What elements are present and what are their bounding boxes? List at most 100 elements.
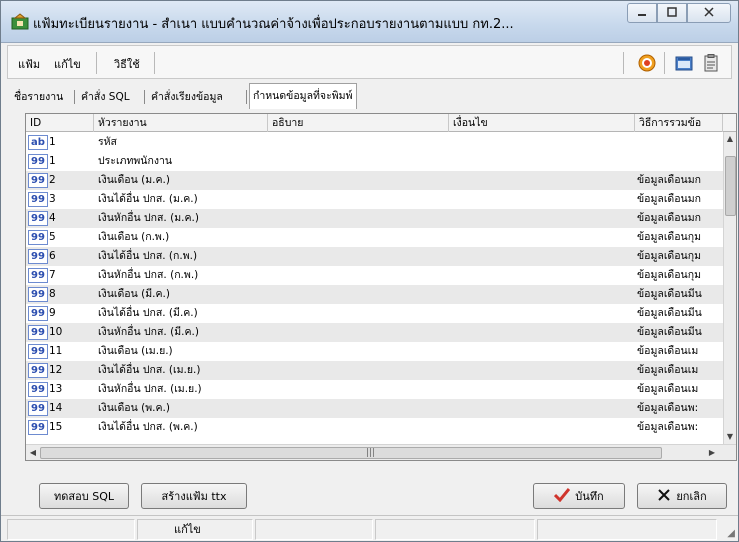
row-condition[interactable] [453,209,633,228]
row-aggregate[interactable]: ข้อมูลเดือนกุม [637,266,723,285]
row-aggregate[interactable]: ข้อมูลเดือนพ: [637,418,723,437]
table-row[interactable]: 99 2 เงินเดือน (ม.ค.) ข้อมูลเดือนมก [26,171,723,190]
row-description[interactable] [272,247,448,266]
save-button[interactable]: บันทึก [533,483,625,509]
minimize-button[interactable] [627,3,657,23]
row-condition[interactable] [453,285,633,304]
table-row[interactable]: 99 11 เงินเดือน (เม.ย.) ข้อมูลเดือนเม [26,342,723,361]
row-description[interactable] [272,209,448,228]
menu-file[interactable]: แฟ้ม [18,55,40,73]
row-condition[interactable] [453,133,633,152]
table-row[interactable]: 99 12 เงินได้อื่น ปกส. (เม.ย.) ข้อมูลเดือนเ… [26,361,723,380]
column-header-id[interactable]: ID [26,114,94,132]
test-sql-button[interactable]: ทดสอบ SQL [39,483,129,509]
row-title[interactable]: เงินได้อื่น ปกส. (ม.ค.) [98,190,268,209]
close-button[interactable] [687,3,731,23]
row-description[interactable] [272,171,448,190]
horizontal-scrollbar[interactable]: ◀ ||| ▶ [26,444,736,460]
table-row[interactable]: 99 6 เงินได้อื่น ปกส. (ก.พ.) ข้อมูลเดือนกุม [26,247,723,266]
row-title[interactable]: เงินหักอื่น ปกส. (เม.ย.) [98,380,268,399]
row-description[interactable] [272,380,448,399]
row-title[interactable]: เงินเดือน (พ.ค.) [98,399,268,418]
row-description[interactable] [272,190,448,209]
table-row[interactable]: 99 3 เงินได้อื่น ปกส. (ม.ค.) ข้อมูลเดือนมก [26,190,723,209]
cancel-button[interactable]: ยกเลิก [637,483,727,509]
row-title[interactable]: เงินเดือน (ม.ค.) [98,171,268,190]
row-aggregate[interactable]: ข้อมูลเดือนเม [637,342,723,361]
row-title[interactable]: เงินหักอื่น ปกส. (มี.ค.) [98,323,268,342]
row-condition[interactable] [453,266,633,285]
row-aggregate[interactable]: ข้อมูลเดือนมีน [637,323,723,342]
row-aggregate[interactable] [637,152,723,171]
row-title[interactable]: เงินเดือน (เม.ย.) [98,342,268,361]
row-aggregate[interactable]: ข้อมูลเดือนพ: [637,399,723,418]
table-row[interactable]: 99 9 เงินได้อื่น ปกส. (มี.ค.) ข้อมูลเดือนมี… [26,304,723,323]
title-bar[interactable]: แฟ้มทะเบียนรายงาน - สำเนา แบบคำนวณค่าจ้า… [1,1,738,43]
scroll-up-icon[interactable]: ▲ [724,133,736,145]
vertical-scrollbar[interactable]: ▲ ▼ [723,132,736,444]
row-condition[interactable] [453,190,633,209]
row-description[interactable] [272,418,448,437]
row-description[interactable] [272,304,448,323]
row-condition[interactable] [453,418,633,437]
table-row[interactable]: 99 4 เงินหักอื่น ปกส. (ม.ค.) ข้อมูลเดือนมก [26,209,723,228]
row-condition[interactable] [453,152,633,171]
row-aggregate[interactable]: ข้อมูลเดือนมก [637,190,723,209]
row-description[interactable] [272,323,448,342]
row-aggregate[interactable]: ข้อมูลเดือนกุม [637,228,723,247]
table-row[interactable]: ab 1 รหัส [26,133,723,152]
menu-edit[interactable]: แก้ไข [54,55,81,73]
target-icon[interactable] [636,52,658,74]
table-row[interactable]: 99 15 เงินได้อื่น ปกส. (พ.ค.) ข้อมูลเดือนพ: [26,418,723,437]
row-condition[interactable] [453,342,633,361]
row-title[interactable]: เงินเดือน (มี.ค.) [98,285,268,304]
row-condition[interactable] [453,399,633,418]
row-aggregate[interactable]: ข้อมูลเดือนมีน [637,285,723,304]
tab-sort-command[interactable]: คำสั่งเรียงข้อมูล [148,87,226,107]
row-title[interactable]: เงินได้อื่น ปกส. (ก.พ.) [98,247,268,266]
table-row[interactable]: 99 14 เงินเดือน (พ.ค.) ข้อมูลเดือนพ: [26,399,723,418]
row-aggregate[interactable] [637,133,723,152]
column-header-aggregate[interactable]: วิธีการรวมข้อ [635,114,723,132]
row-title[interactable]: รหัส [98,133,268,152]
horizontal-scroll-thumb[interactable]: ||| [40,447,662,459]
row-condition[interactable] [453,171,633,190]
row-aggregate[interactable]: ข้อมูลเดือนเม [637,380,723,399]
row-aggregate[interactable]: ข้อมูลเดือนมก [637,171,723,190]
row-condition[interactable] [453,304,633,323]
row-aggregate[interactable]: ข้อมูลเดือนมก [637,209,723,228]
row-description[interactable] [272,285,448,304]
row-description[interactable] [272,152,448,171]
row-description[interactable] [272,228,448,247]
table-row[interactable]: 99 5 เงินเดือน (ก.พ.) ข้อมูลเดือนกุม [26,228,723,247]
table-row[interactable]: 99 10 เงินหักอื่น ปกส. (มี.ค.) ข้อมูลเดือนม… [26,323,723,342]
row-title[interactable]: ประเภทพนักงาน [98,152,268,171]
menu-help[interactable]: วิธีใช้ [114,55,140,73]
maximize-button[interactable] [657,3,687,23]
row-description[interactable] [272,399,448,418]
row-condition[interactable] [453,228,633,247]
scroll-left-icon[interactable]: ◀ [27,447,39,459]
row-condition[interactable] [453,380,633,399]
tab-print-fields[interactable]: กำหนดข้อมูลที่จะพิมพ์ [249,83,357,109]
row-condition[interactable] [453,323,633,342]
tab-report-name[interactable]: ชื่อรายงาน [11,87,66,107]
vertical-scroll-thumb[interactable] [725,156,736,216]
row-aggregate[interactable]: ข้อมูลเดือนเม [637,361,723,380]
row-aggregate[interactable]: ข้อมูลเดือนมีน [637,304,723,323]
row-condition[interactable] [453,247,633,266]
table-row[interactable]: 99 8 เงินเดือน (มี.ค.) ข้อมูลเดือนมีน [26,285,723,304]
column-header-description[interactable]: อธิบาย [268,114,449,132]
row-description[interactable] [272,133,448,152]
row-condition[interactable] [453,361,633,380]
row-title[interactable]: เงินได้อื่น ปกส. (พ.ค.) [98,418,268,437]
row-description[interactable] [272,342,448,361]
row-title[interactable]: เงินหักอื่น ปกส. (ม.ค.) [98,209,268,228]
create-ttx-button[interactable]: สร้างแฟ้ม ttx [141,483,247,509]
scroll-right-icon[interactable]: ▶ [706,447,718,459]
column-header-title[interactable]: หัวรายงาน [94,114,268,132]
clipboard-icon[interactable] [700,52,722,74]
table-row[interactable]: 99 1 ประเภทพนักงาน [26,152,723,171]
row-title[interactable]: เงินได้อื่น ปกส. (เม.ย.) [98,361,268,380]
row-title[interactable]: เงินได้อื่น ปกส. (มี.ค.) [98,304,268,323]
